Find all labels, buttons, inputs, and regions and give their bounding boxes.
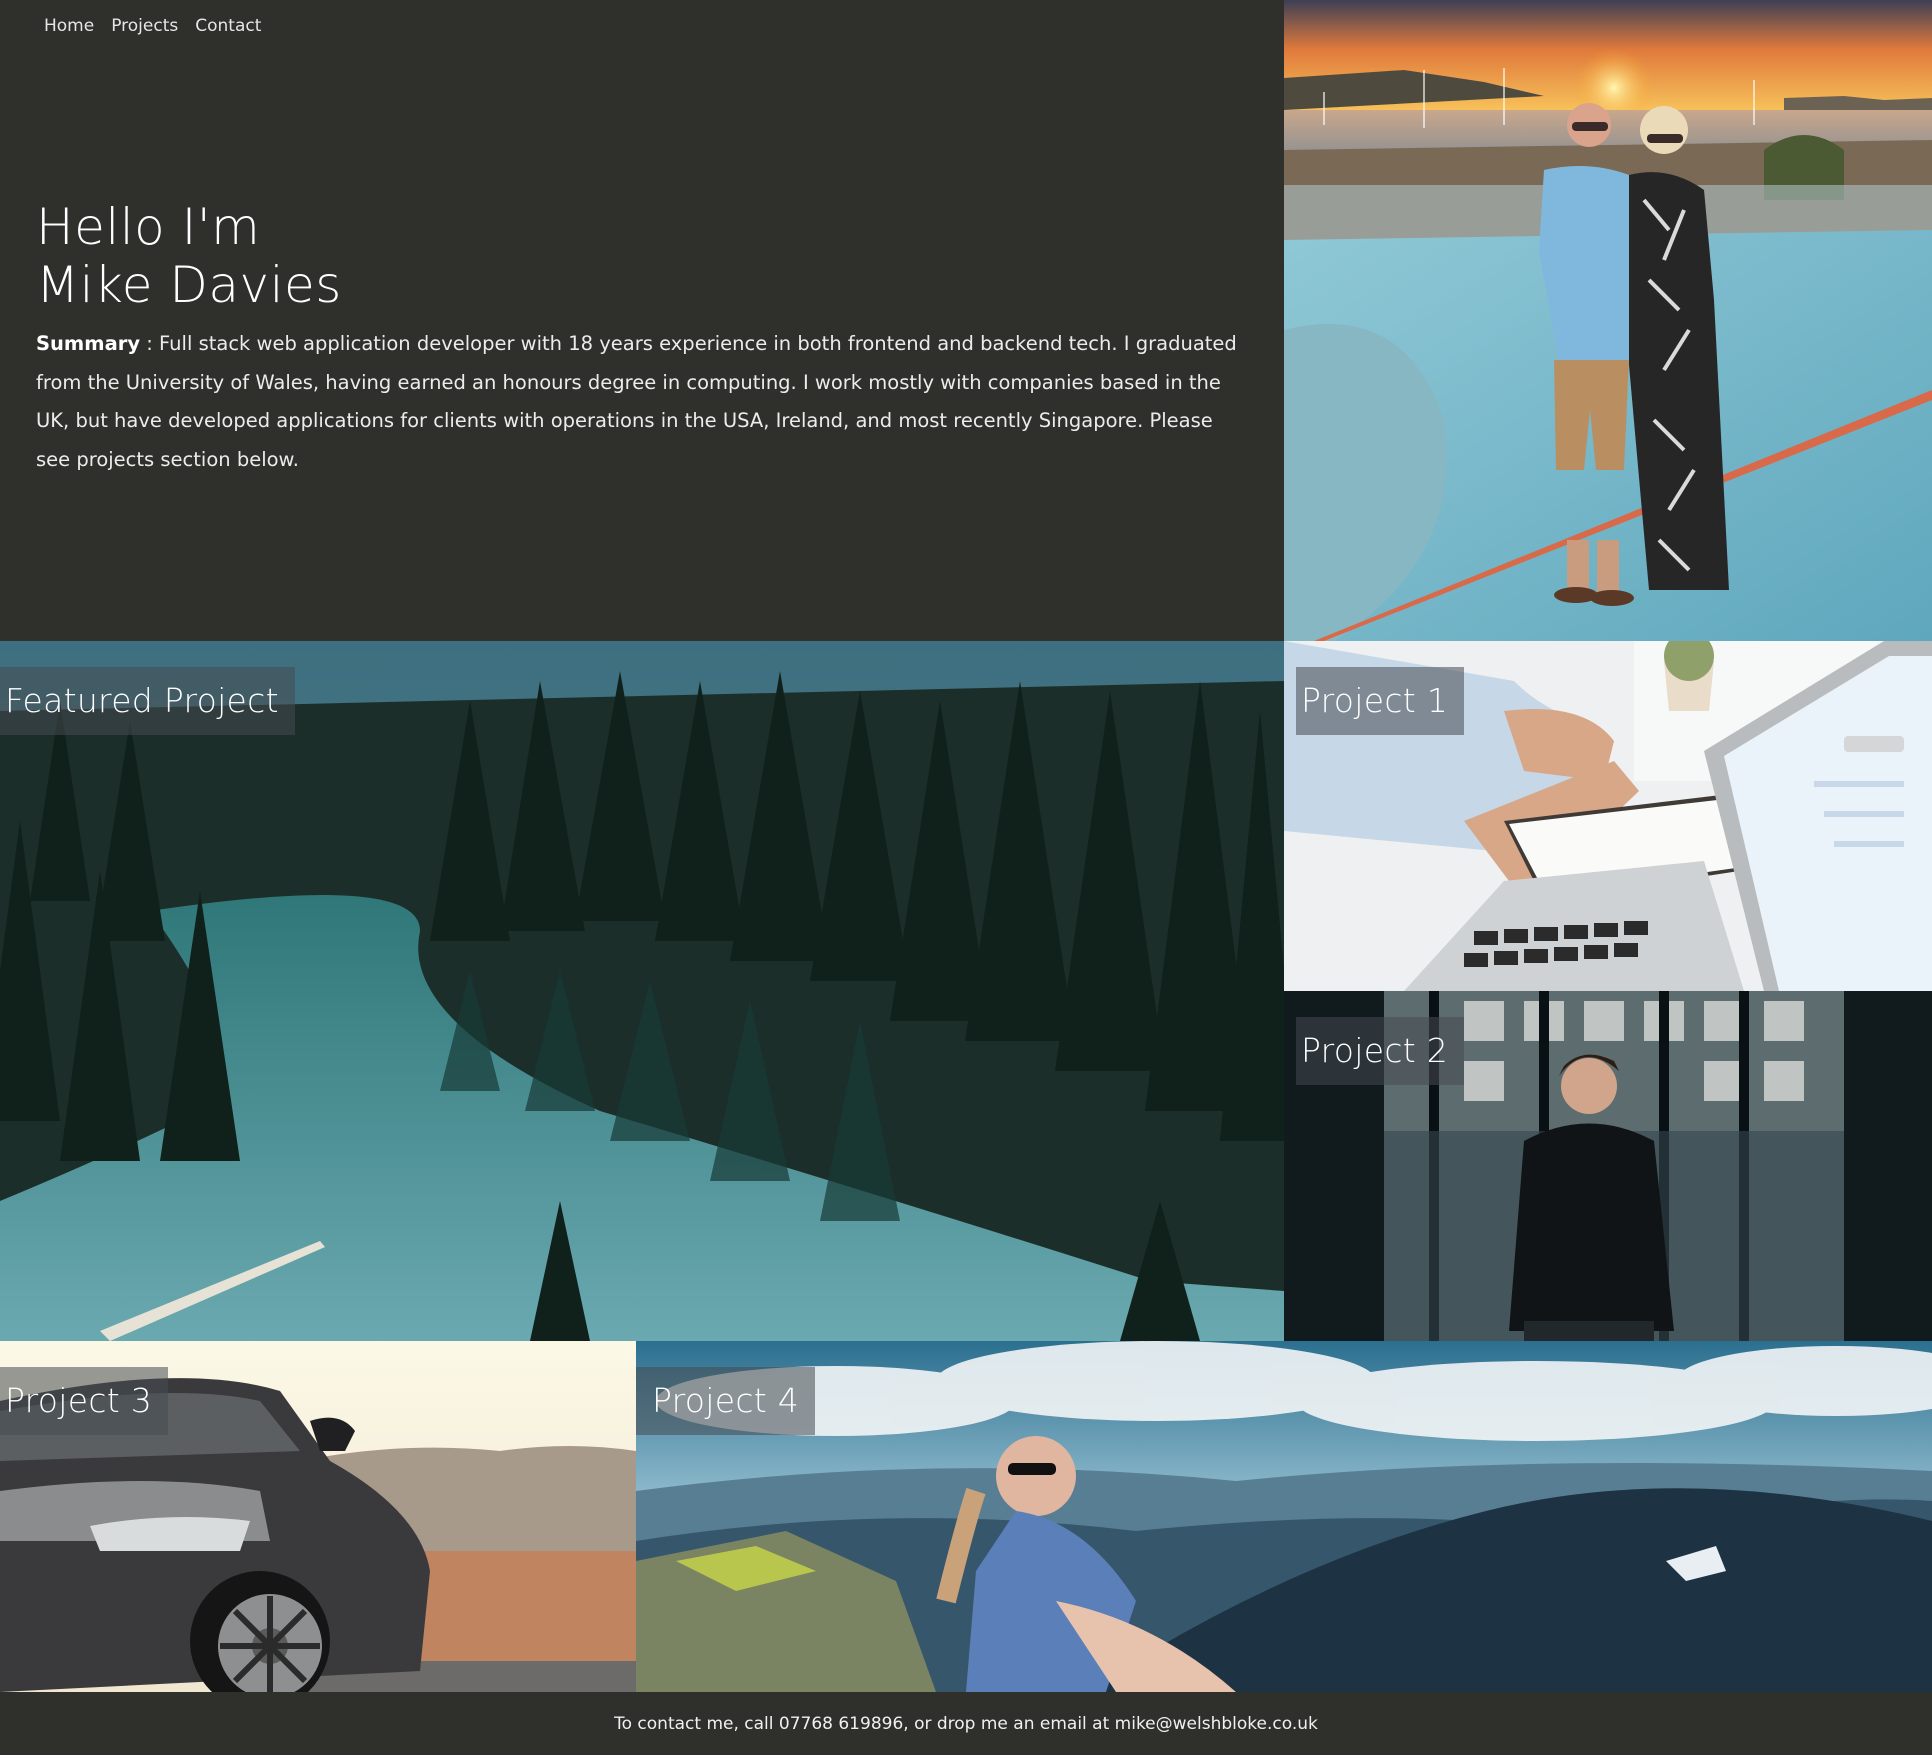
footer-contact-text: To contact me, call 07768 619896, or dro… [614, 1713, 1318, 1734]
nav-contact-link[interactable]: Contact [195, 16, 261, 36]
hero-greeting: Hello I'm [36, 198, 261, 256]
project-4-image [636, 1341, 1932, 1692]
project-4-card[interactable]: Project 4 [636, 1341, 1932, 1692]
hero-name: Mike Davies [36, 256, 342, 314]
summary-label: Summary [36, 332, 141, 355]
summary-paragraph: Summary : Full stack web application dev… [36, 325, 1246, 479]
profile-photo [1284, 0, 1932, 641]
featured-project-card[interactable]: Featured Project [0, 641, 1284, 1341]
project-4-label[interactable]: Project 4 [636, 1367, 816, 1435]
project-1-card[interactable]: Project 1 [1284, 641, 1932, 991]
project-3-label[interactable]: Project 3 [0, 1367, 169, 1435]
nav-home-link[interactable]: Home [44, 16, 94, 36]
nav-projects-link[interactable]: Projects [111, 16, 178, 36]
featured-project-image [0, 641, 1284, 1341]
project-2-label[interactable]: Project 2 [1296, 1017, 1465, 1085]
summary-text: : Full stack web application developer w… [36, 332, 1237, 471]
hero-heading: Hello I'm Mike Davies [36, 198, 342, 314]
footer: To contact me, call 07768 619896, or dro… [0, 1692, 1932, 1755]
project-1-label[interactable]: Project 1 [1296, 667, 1465, 735]
profile-photo-image [1284, 0, 1932, 641]
featured-project-label[interactable]: Featured Project [0, 667, 295, 735]
main-nav: Home Projects Contact [44, 16, 261, 36]
hero-section: Home Projects Contact Hello I'm Mike Dav… [0, 0, 1284, 641]
project-2-card[interactable]: Project 2 [1284, 991, 1932, 1341]
project-3-card[interactable]: Project 3 [0, 1341, 636, 1692]
